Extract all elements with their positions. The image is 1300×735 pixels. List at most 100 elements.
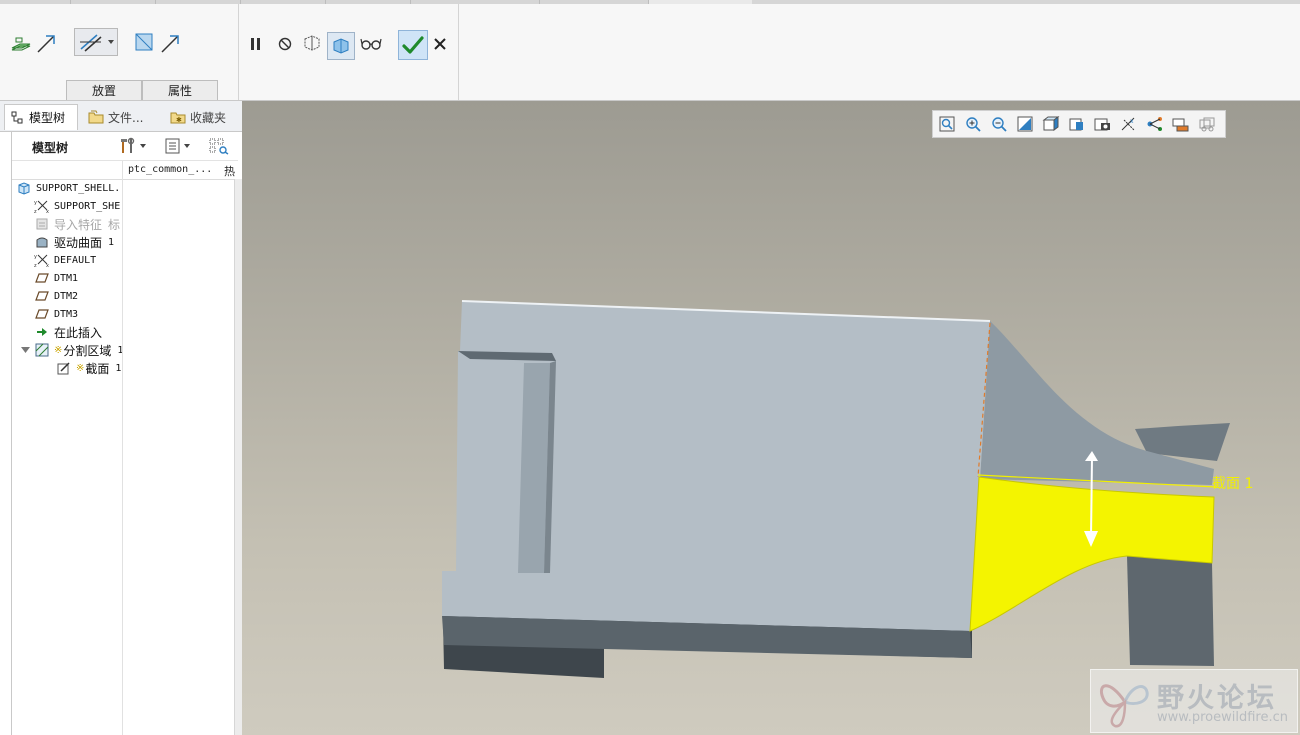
view-toolbar: x (932, 110, 1226, 138)
geometry-preview-icon[interactable] (301, 32, 323, 54)
navigator-tabs: 模型树 文件... ✱ 收藏夹 (0, 101, 242, 132)
svg-text:y: y (34, 254, 37, 260)
tree-item-label: SUPPORT_SHE (54, 200, 121, 212)
view-manager-icon[interactable] (1092, 113, 1114, 135)
perspective-icon[interactable] (1196, 113, 1218, 135)
zoom-in-icon[interactable] (962, 113, 984, 135)
show-dropdown[interactable] (164, 137, 192, 155)
section-label[interactable]: 截面 1 (1212, 473, 1253, 493)
glasses-icon[interactable] (359, 34, 383, 54)
ribbon-divider (458, 4, 459, 100)
svg-text:x: x (1130, 118, 1134, 125)
svg-text:z: z (34, 209, 37, 214)
saved-views-icon[interactable] (1066, 113, 1088, 135)
tab-favorites[interactable]: ✱ 收藏夹 (164, 104, 236, 130)
settings-dropdown[interactable] (120, 137, 148, 155)
tree-item-import-feature[interactable]: 导入特征 标 (34, 215, 120, 233)
model-right-boss (1127, 556, 1214, 666)
list-icon (165, 138, 180, 154)
feature-dashboard: 放置 属性 (0, 4, 1300, 101)
spin-center-icon[interactable] (1144, 113, 1166, 135)
tab-label: 收藏夹 (190, 110, 227, 125)
tree-icon (11, 111, 23, 123)
tree-item-label: DEFAULT (54, 254, 97, 266)
column-header-common[interactable]: ptc_common_... (128, 164, 212, 175)
refit-icon[interactable] (936, 113, 958, 135)
tree-item-dtm3[interactable]: DTM3 (34, 305, 78, 323)
watermark-url: www.proewildfire.cn (1157, 710, 1288, 725)
ribbon-divider (238, 4, 239, 100)
tree-item-label: DTM1 (54, 272, 79, 284)
tree-item-label: 截面 (85, 361, 110, 376)
chevron-down-icon (140, 144, 146, 148)
column-header-second[interactable]: 热 (224, 163, 235, 179)
verify-icon[interactable] (327, 32, 355, 60)
insert-here-arrow-icon (34, 324, 50, 340)
tree-item-insert-here[interactable]: 在此插入 (34, 323, 102, 341)
tree-item-label: 分割区域 (63, 343, 112, 358)
tab-folder-browser[interactable]: 文件... (82, 104, 160, 130)
tree-item-label: 驱动曲面 (54, 235, 103, 250)
expand-triangle-icon[interactable] (18, 346, 32, 354)
datum-plane-icon (34, 270, 50, 286)
tree-item-extra: 1 (117, 344, 122, 356)
datum-display-icon[interactable]: x (1118, 113, 1140, 135)
ok-button[interactable] (398, 30, 428, 60)
model-tree: SUPPORT_SHELL. yzx SUPPORT_SHE 导入特征 标 驱动… (0, 179, 122, 469)
tree-item-split-region[interactable]: ※ 分割区域 1 (18, 341, 122, 359)
tree-item-label: SUPPORT_SHELL. (36, 182, 121, 194)
svg-text:x: x (46, 209, 49, 214)
new-feature-marker: ※ (76, 362, 85, 374)
new-feature-marker: ※ (54, 344, 63, 356)
tab-label: 模型树 (29, 111, 66, 125)
tree-item-default-csys[interactable]: yz x DEFAULT (34, 251, 96, 269)
3d-model[interactable] (242, 101, 1300, 735)
datum-plane-icon (34, 306, 50, 322)
tree-item-driving-surface[interactable]: 驱动曲面 1 ( (34, 233, 122, 251)
repaint-icon[interactable] (1014, 113, 1036, 135)
svg-text:y: y (34, 200, 37, 206)
tree-columns-icon[interactable] (208, 137, 230, 158)
chevron-down-icon (184, 144, 190, 148)
svg-text:z: z (34, 263, 37, 268)
butterfly-logo-icon (1100, 684, 1149, 728)
svg-text:✱: ✱ (176, 116, 182, 124)
tab-properties[interactable]: 属性 (142, 80, 218, 100)
close-icon (434, 38, 446, 50)
cancel-button[interactable] (430, 34, 450, 54)
svg-text:x: x (46, 263, 49, 268)
datum-plane-icon (34, 288, 50, 304)
folder-icon (88, 110, 104, 124)
surface-placement-icon[interactable] (8, 30, 60, 56)
tab-model-tree[interactable]: 模型树 (4, 104, 78, 130)
tree-item-section[interactable]: ※ 截面 1 (56, 359, 121, 377)
direction-arrow[interactable] (1090, 456, 1093, 538)
flip-direction-icon[interactable] (132, 30, 184, 56)
annotation-display-icon[interactable] (1170, 113, 1192, 135)
zoom-out-icon[interactable] (988, 113, 1010, 135)
graphics-window[interactable]: 截面 1 x 野火论坛 www.proewildfire.cn (242, 101, 1300, 735)
pause-icon[interactable] (246, 34, 266, 54)
tab-label: 文件... (108, 110, 144, 125)
shading-icon[interactable] (1040, 113, 1062, 135)
hatch-pattern-icon (80, 34, 114, 52)
tree-item-part[interactable]: SUPPORT_SHELL. (16, 179, 120, 197)
tab-placement[interactable]: 放置 (66, 80, 142, 100)
part-icon (16, 180, 32, 196)
tree-column-header: ptc_common_... 热 (12, 161, 238, 180)
tree-item-csys[interactable]: yz x SUPPORT_SHE (34, 197, 120, 215)
checkmark-icon (402, 36, 424, 54)
sketch-icon (56, 360, 72, 376)
no-preview-icon[interactable] (275, 34, 295, 54)
tools-icon (121, 137, 135, 153)
favorites-folder-icon: ✱ (170, 112, 186, 124)
tree-item-dtm2[interactable]: DTM2 (34, 287, 78, 305)
model-tree-toolbar: 模型树 (12, 132, 238, 161)
hatch-pattern-dropdown[interactable] (74, 28, 118, 56)
model-tree-title: 模型树 (32, 141, 69, 155)
tree-item-extra: 1 (115, 362, 122, 374)
tree-item-label: 在此插入 (54, 325, 103, 340)
driving-surface-icon (34, 234, 50, 250)
tree-item-dtm1[interactable]: DTM1 (34, 269, 78, 287)
import-feature-icon (34, 216, 50, 232)
